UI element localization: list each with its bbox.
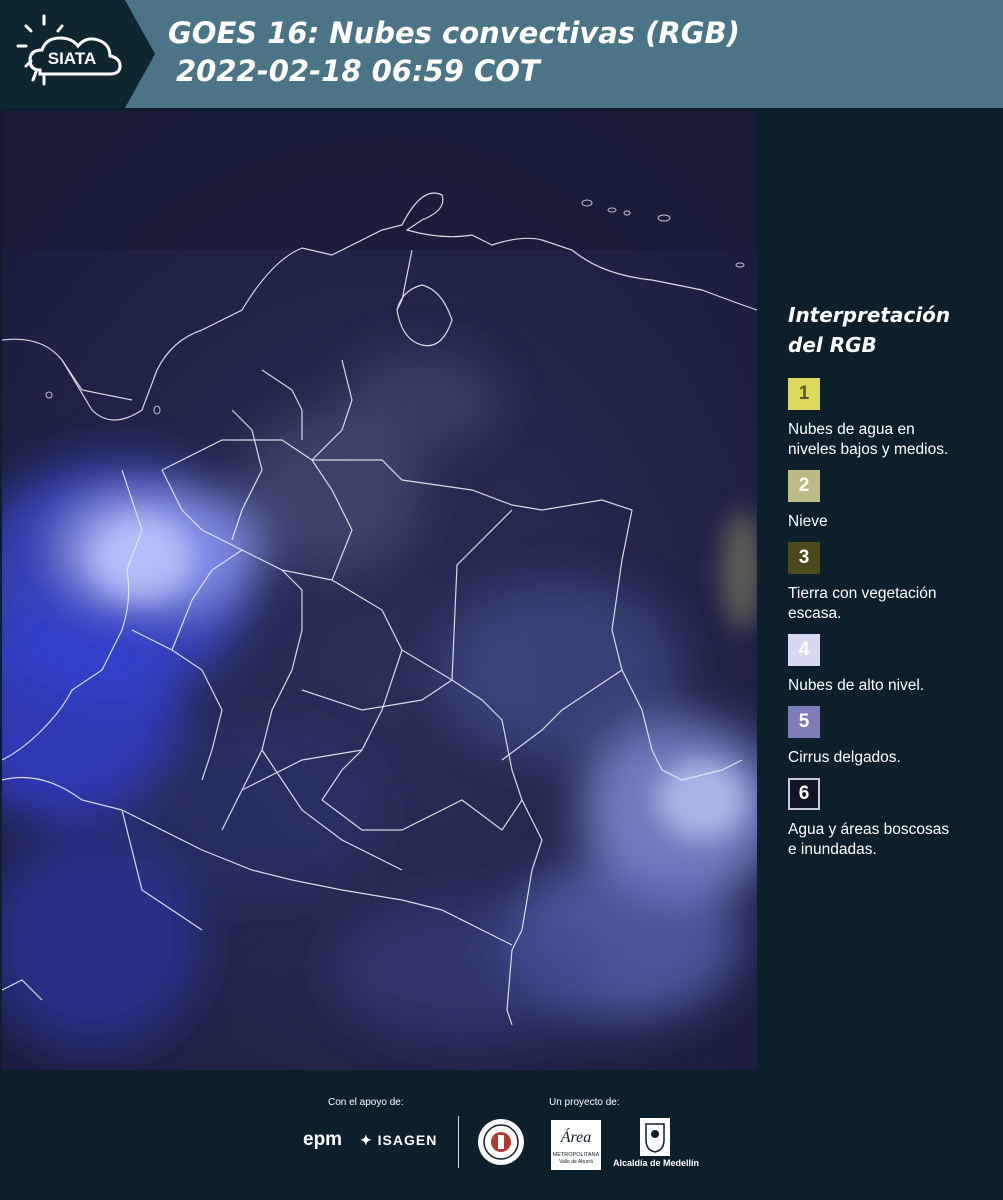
legend-label-line-1: Nubes de agua en bbox=[788, 421, 915, 438]
legend-label-line-1: Cirrus delgados. bbox=[788, 749, 901, 766]
page-title: GOES 16: Nubes convectivas (RGB) 2022-02… bbox=[168, 14, 740, 90]
alcaldia-shield-icon bbox=[640, 1118, 670, 1156]
legend-swatch-1: 1 bbox=[788, 378, 820, 410]
title-line-1: GOES 16: Nubes convectivas (RGB) bbox=[168, 16, 740, 50]
support-label: Con el apoyo de: bbox=[328, 1097, 404, 1108]
legend-items: 1 Nubes de agua en niveles bajos y medios.… bbox=[788, 378, 993, 860]
amva-logo-text: Área bbox=[560, 1127, 592, 1146]
legend-label-5: Cirrus delgados. bbox=[788, 748, 993, 768]
legend-label-2: Nieve bbox=[788, 512, 993, 532]
legend-label-6: Agua y áreas boscosas e inundadas. bbox=[788, 820, 993, 860]
legend-swatch-5: 5 bbox=[788, 706, 820, 738]
footer-divider bbox=[458, 1116, 459, 1168]
legend-label-line-2: e inundadas. bbox=[788, 841, 877, 858]
legend-item-4: 4 Nubes de alto nivel. bbox=[788, 634, 993, 696]
university-seal-icon bbox=[478, 1119, 524, 1165]
legend-label-3: Tierra con vegetación escasa. bbox=[788, 584, 993, 624]
isagen-logo-text: ISAGEN bbox=[377, 1132, 438, 1148]
epm-logo: epm bbox=[303, 1129, 343, 1150]
legend-item-6: 6 Agua y áreas boscosas e inundadas. bbox=[788, 778, 993, 860]
legend-label-line-1: Nieve bbox=[788, 513, 828, 530]
legend-label-line-1: Agua y áreas boscosas bbox=[788, 821, 950, 838]
legend-title: Interpretación del RGB bbox=[788, 300, 993, 360]
legend-title-line-2: del RGB bbox=[788, 333, 877, 357]
amva-sub-1: METROPOLITANA bbox=[553, 1152, 600, 1158]
legend-item-5: 5 Cirrus delgados. bbox=[788, 706, 993, 768]
legend-swatch-4: 4 bbox=[788, 634, 820, 666]
siata-logo: SIATA bbox=[0, 0, 155, 108]
legend-label-4: Nubes de alto nivel. bbox=[788, 676, 993, 696]
legend-label-line-1: Nubes de alto nivel. bbox=[788, 677, 925, 694]
area-metropolitana-logo: Área METROPOLITANA Valle de Aburrá bbox=[551, 1120, 601, 1170]
header-bar: SIATA GOES 16: Nubes convectivas (RGB) 2… bbox=[0, 0, 1003, 108]
legend-panel: Interpretación del RGB 1 Nubes de agua en… bbox=[788, 300, 993, 870]
legend-label-line-1: Tierra con vegetación bbox=[788, 585, 937, 602]
isagen-star-icon: ✦ bbox=[360, 1132, 373, 1148]
title-line-2: 2022-02-18 06:59 COT bbox=[176, 54, 540, 88]
legend-swatch-2: 2 bbox=[788, 470, 820, 502]
legend-title-line-1: Interpretación bbox=[788, 303, 951, 327]
legend-swatch-3: 3 bbox=[788, 542, 820, 574]
project-label: Un proyecto de: bbox=[549, 1097, 620, 1108]
legend-item-1: 1 Nubes de agua en niveles bajos y medios. bbox=[788, 378, 993, 460]
legend-item-2: 2 Nieve bbox=[788, 470, 993, 532]
legend-item-3: 3 Tierra con vegetación escasa. bbox=[788, 542, 993, 624]
footer: Con el apoyo de: Un proyecto de: epm ✦ I… bbox=[0, 1070, 1003, 1200]
amva-sub-2: Valle de Aburrá bbox=[559, 1159, 593, 1165]
legend-label-1: Nubes de agua en niveles bajos y medios. bbox=[788, 420, 993, 460]
satellite-map bbox=[2, 110, 757, 1070]
legend-swatch-6: 6 bbox=[788, 778, 820, 810]
siata-logo-text: SIATA bbox=[48, 49, 96, 68]
legend-label-line-2: escasa. bbox=[788, 605, 842, 622]
alcaldia-logo-text: Alcaldía de Medellín bbox=[613, 1158, 700, 1168]
legend-label-line-2: niveles bajos y medios. bbox=[788, 441, 949, 458]
isagen-logo: ✦ ISAGEN bbox=[360, 1132, 437, 1149]
